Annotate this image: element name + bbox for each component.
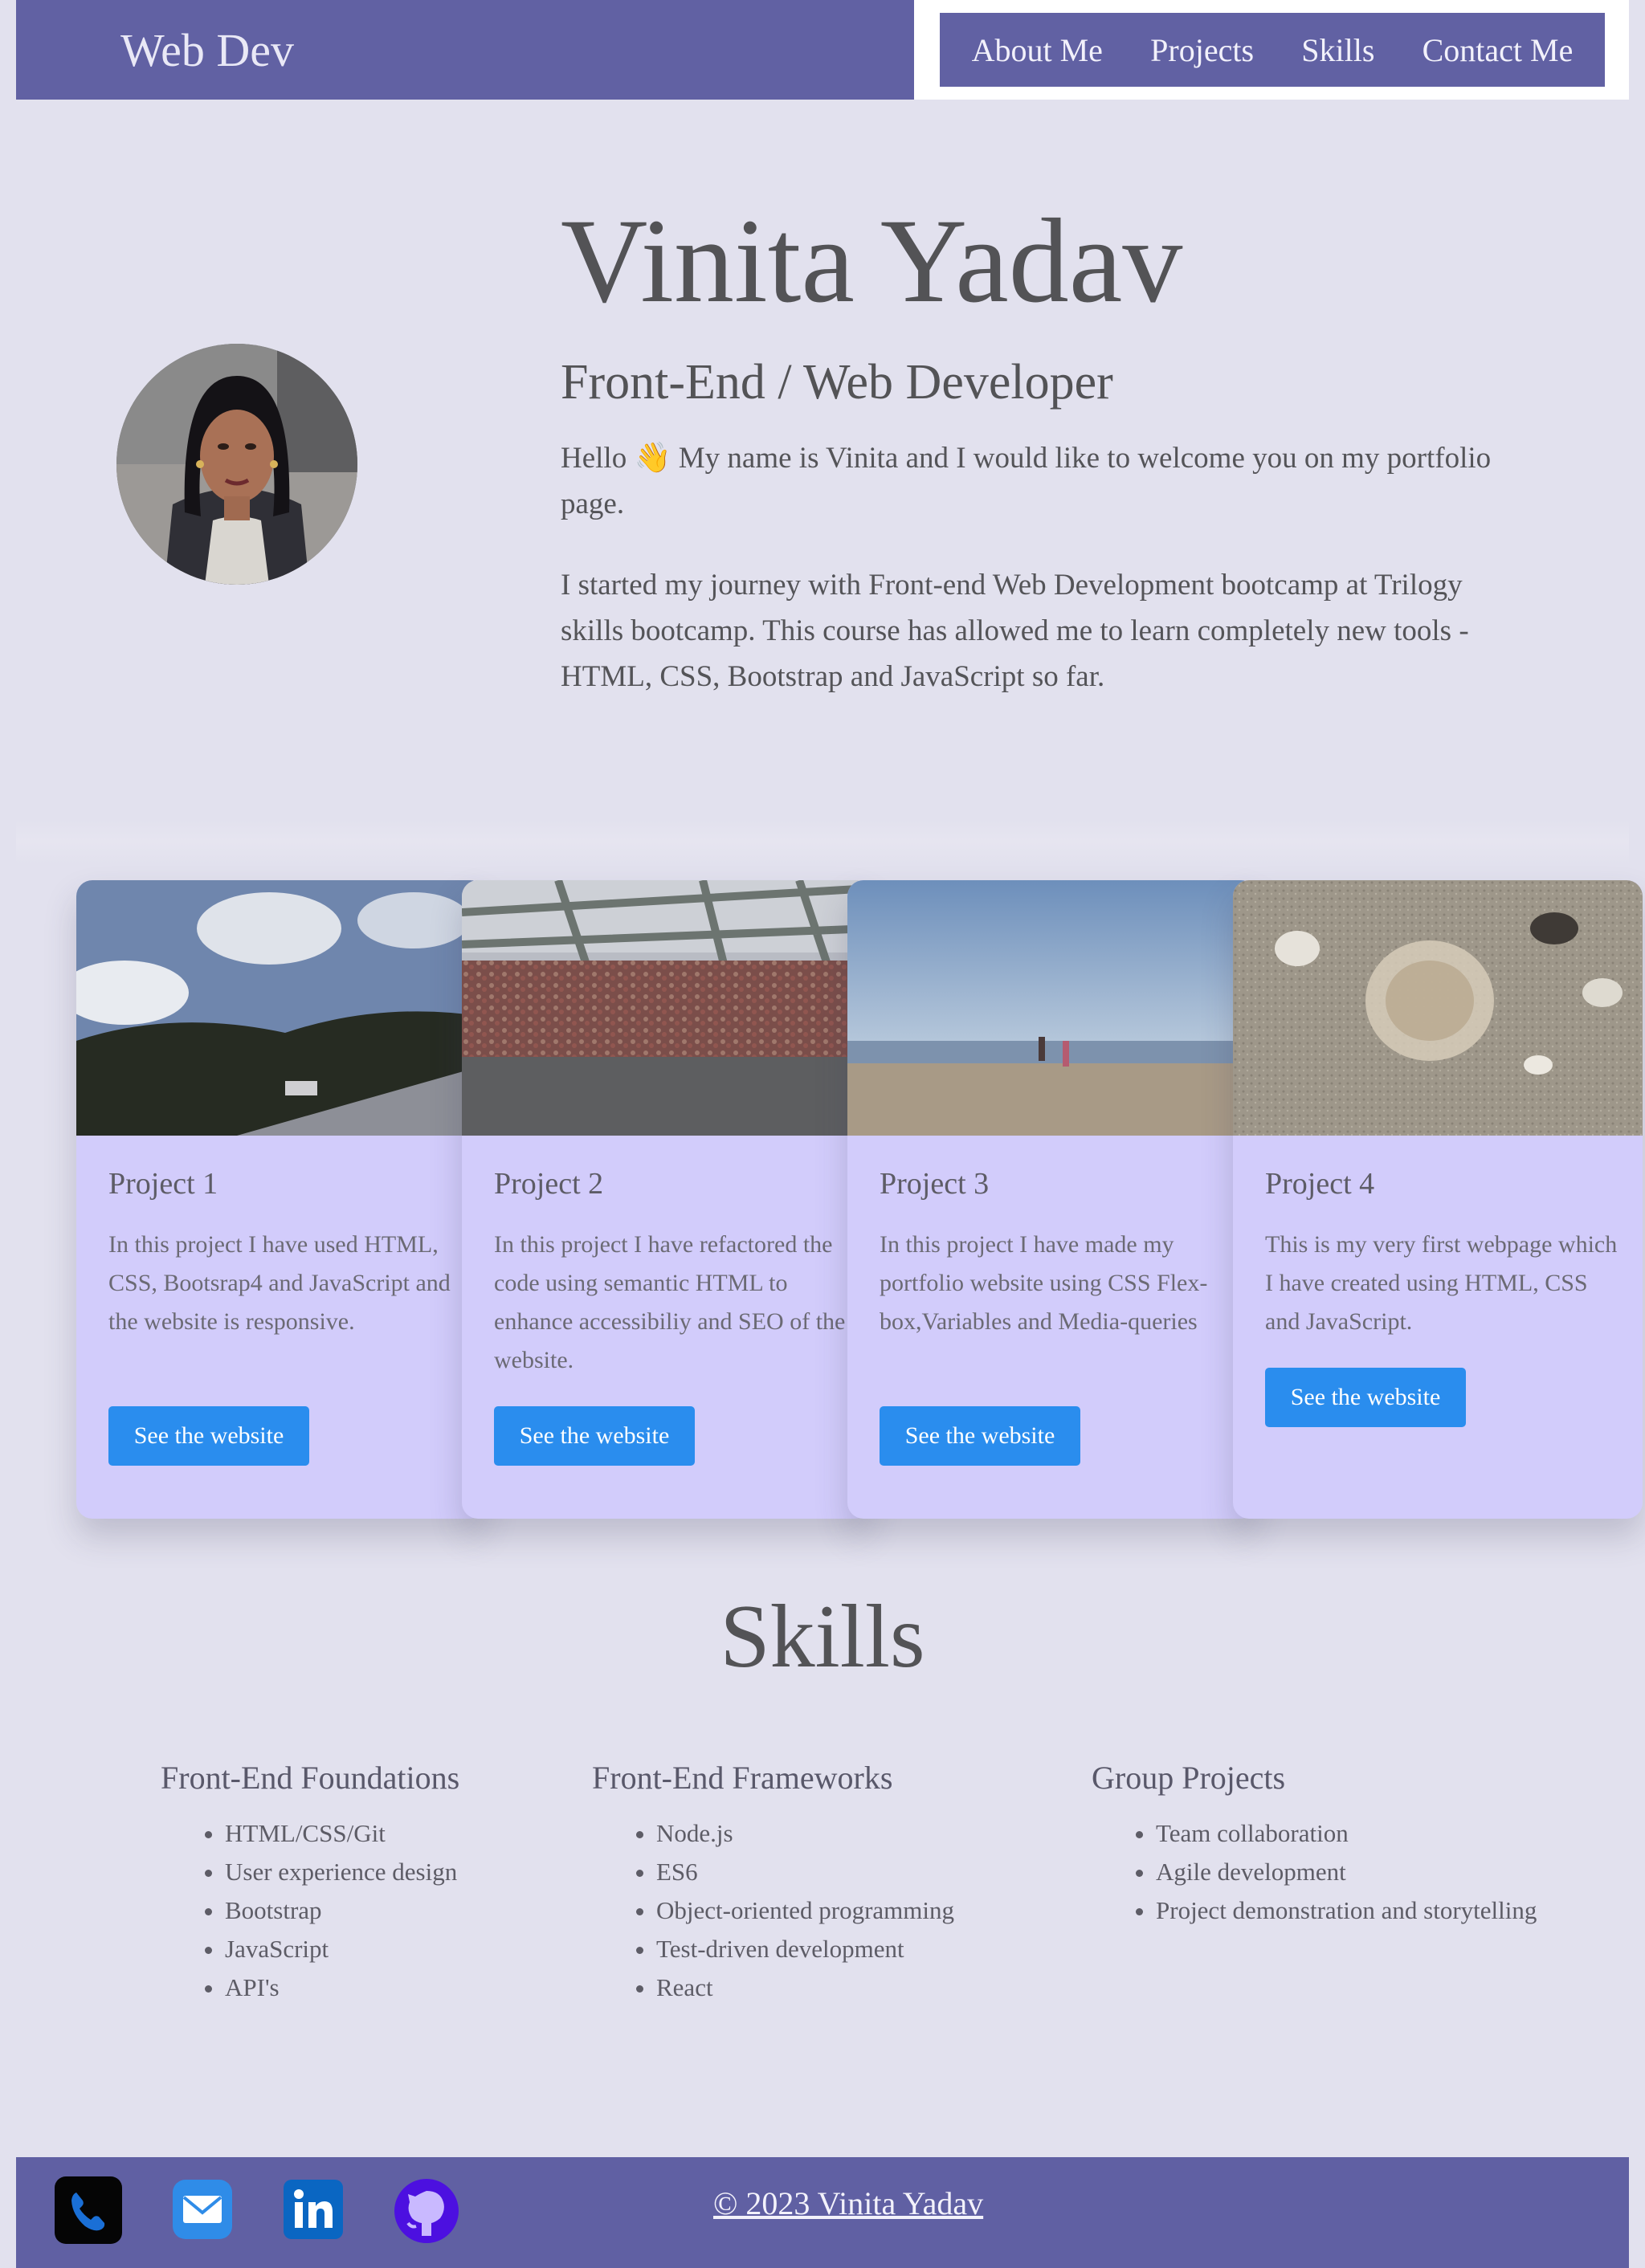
skill-group-frameworks: Front-End Frameworks Node.js ES6 Object-… <box>592 1759 954 2007</box>
nav-about-me[interactable]: About Me <box>972 31 1103 69</box>
project-description: In this project I have refactored the co… <box>494 1231 846 1373</box>
linkedin-icon[interactable] <box>284 2180 343 2243</box>
skill-item: JavaScript <box>225 1930 459 1968</box>
skill-item: User experience design <box>225 1853 459 1891</box>
project-4-image <box>1233 880 1643 1136</box>
project-title: Project 2 <box>494 1167 604 1201</box>
see-website-button[interactable]: See the website <box>1265 1368 1466 1427</box>
skills-title: Skills <box>720 1587 925 1687</box>
project-card: Project 3 In this project I have made my… <box>847 880 1257 1519</box>
skill-list: Team collaboration Agile development Pro… <box>1092 1814 1537 1930</box>
github-icon[interactable] <box>394 2178 459 2248</box>
skill-item: API's <box>225 1968 459 2007</box>
email-icon[interactable] <box>173 2180 232 2243</box>
skill-group-group-projects: Group Projects Team collaboration Agile … <box>1092 1759 1537 1930</box>
project-description: In this project I have used HTML, CSS, B… <box>108 1231 451 1335</box>
see-website-button[interactable]: See the website <box>108 1406 309 1466</box>
copyright-link[interactable]: © 2023 Vinita Yadav <box>713 2184 983 2222</box>
project-3-image <box>847 880 1257 1136</box>
projects-section: Project 1 In this project I have used HT… <box>76 880 1643 1519</box>
skill-item: Team collaboration <box>1156 1814 1537 1853</box>
project-description: In this project I have made my portfolio… <box>880 1231 1208 1335</box>
skill-list: Node.js ES6 Object-oriented programming … <box>592 1814 954 2007</box>
project-card: Project 2 In this project I have refacto… <box>462 880 871 1519</box>
project-title: Project 3 <box>880 1167 990 1201</box>
page: Web Dev About Me Projects Skills Contact… <box>16 0 1643 2268</box>
nav-contact-me[interactable]: Contact Me <box>1423 31 1574 69</box>
skill-item: HTML/CSS/Git <box>225 1814 459 1853</box>
hero-intro: I started my journey with Front-end Web … <box>561 569 1469 693</box>
skill-item: Node.js <box>656 1814 954 1853</box>
skill-group-heading: Front-End Frameworks <box>592 1760 893 1796</box>
footer: © 2023 Vinita Yadav <box>16 2157 1629 2268</box>
section-divider <box>16 819 1629 864</box>
hero-greeting: Hello 👋 My name is Vinita and I would li… <box>561 442 1492 520</box>
skill-group-heading: Front-End Foundations <box>161 1760 460 1796</box>
see-website-button[interactable]: See the website <box>494 1406 695 1466</box>
project-card: Project 4 This is my very first webpage … <box>1233 880 1643 1519</box>
skill-item: Project demonstration and storytelling <box>1156 1891 1537 1930</box>
main-nav: About Me Projects Skills Contact Me <box>940 13 1605 87</box>
hero-name: Vinita Yadav <box>561 194 1183 328</box>
skill-item: React <box>656 1968 954 2007</box>
nav-skills[interactable]: Skills <box>1301 31 1374 69</box>
see-website-button[interactable]: See the website <box>880 1406 1080 1466</box>
project-1-image <box>76 880 486 1136</box>
project-card: Project 1 In this project I have used HT… <box>76 880 486 1519</box>
skill-item: ES6 <box>656 1853 954 1891</box>
project-2-image <box>462 880 871 1136</box>
project-title: Project 1 <box>108 1167 218 1201</box>
project-description: This is my very first webpage which I ha… <box>1265 1231 1618 1335</box>
hero-role: Front-End / Web Developer <box>561 355 1113 410</box>
project-title: Project 4 <box>1265 1167 1375 1201</box>
nav-projects[interactable]: Projects <box>1150 31 1254 69</box>
header-bar: Web Dev <box>16 0 914 100</box>
skill-item: Bootstrap <box>225 1891 459 1930</box>
brand-logo[interactable]: Web Dev <box>120 27 294 74</box>
skill-group-heading: Group Projects <box>1092 1760 1286 1796</box>
phone-icon[interactable] <box>55 2176 122 2248</box>
skill-item: Agile development <box>1156 1853 1537 1891</box>
skill-group-foundations: Front-End Foundations HTML/CSS/Git User … <box>161 1759 459 2007</box>
profile-photo <box>116 344 357 585</box>
skill-list: HTML/CSS/Git User experience design Boot… <box>161 1814 459 2007</box>
skill-item: Test-driven development <box>656 1930 954 1968</box>
skill-item: Object-oriented programming <box>656 1891 954 1930</box>
